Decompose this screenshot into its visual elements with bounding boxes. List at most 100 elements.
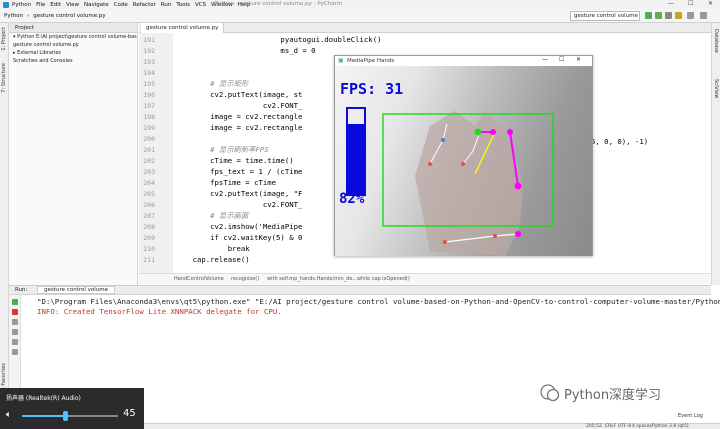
menu-edit[interactable]: Edit <box>50 2 61 8</box>
console-info: INFO: Created TensorFlow Lite XNNPACK de… <box>37 307 282 316</box>
code-line: cv2.imshow('MediaPipe <box>175 222 303 231</box>
volume-level-bar <box>346 107 366 196</box>
menu-app: Python <box>12 1 32 8</box>
volume-slider-fill <box>22 415 66 417</box>
pycharm-logo-icon <box>3 1 9 8</box>
tree-item-file[interactable]: gesture control volume.py <box>9 41 137 49</box>
profile-icon[interactable] <box>675 12 682 19</box>
project-tool-tab[interactable]: 1: Project <box>1 27 7 51</box>
code-line: cTime = time.time() <box>175 156 294 165</box>
code-line: # 显示画面 <box>175 211 249 220</box>
debug-icon[interactable] <box>655 12 662 19</box>
line-number: 207 <box>143 212 155 220</box>
code-line: image = cv2.rectangle <box>175 112 303 121</box>
print-icon[interactable] <box>12 339 18 345</box>
nav-separator: › <box>27 12 30 19</box>
mp-close-button[interactable]: ✕ <box>576 56 581 63</box>
nav-crumb-project[interactable]: Python <box>4 13 23 19</box>
joint-ring-tip <box>514 182 522 190</box>
rerun-icon[interactable] <box>12 299 18 305</box>
volume-slider-thumb[interactable] <box>63 411 69 421</box>
sciview-tool-tab[interactable]: SciView <box>713 79 719 98</box>
tree-item-scratches[interactable]: Scratches and Consoles <box>9 57 137 65</box>
search-icon[interactable] <box>700 12 707 19</box>
status-indent[interactable]: 4 spaces <box>632 424 652 429</box>
project-panel: Project ▾ Python E:\AI project\gesture c… <box>9 23 138 285</box>
code-breadcrumb: HandControlVolume recognize() with self.… <box>139 273 711 284</box>
mediapipe-window[interactable]: MediaPipe Hands ▣ — ☐ ✕ FPS: 31 82% <box>334 55 593 256</box>
volume-percent: 82% <box>339 191 365 207</box>
breadcrumb-with[interactable]: with self.mp_hands.Hands(min_de... <box>267 276 357 282</box>
scroll-end-icon[interactable] <box>12 329 18 335</box>
breadcrumb-while[interactable]: while cap.isOpened() <box>357 276 410 282</box>
line-number: 206 <box>143 201 155 209</box>
joint-wrist-left <box>443 240 447 244</box>
stop-icon[interactable] <box>12 309 18 315</box>
mp-maximize-button[interactable]: ☐ <box>559 56 564 63</box>
line-number: 194 <box>143 69 155 77</box>
run-config-select[interactable]: gesture control volume <box>570 11 640 21</box>
line-number: 203 <box>143 168 155 176</box>
left-tool-strip: 1: Project 7: Structure 2: Favorites <box>0 23 9 423</box>
maximize-button[interactable]: ☐ <box>688 0 693 7</box>
code-line: fpsTime = cTime <box>175 178 277 187</box>
joint-thumb-tip <box>474 128 482 136</box>
mp-minimize-button[interactable]: — <box>542 56 548 63</box>
menu-view[interactable]: View <box>66 2 79 8</box>
pause-icon[interactable] <box>12 319 18 325</box>
run-config-tab[interactable]: gesture control volume <box>37 286 115 294</box>
volume-flyout: 扬声器 (Realtek(R) Audio) 🔈︎ 45 <box>0 388 144 429</box>
hand-shape <box>415 111 523 256</box>
line-number: 204 <box>143 179 155 187</box>
trash-icon[interactable] <box>12 349 18 355</box>
speaker-icon[interactable]: 🔈︎ <box>6 410 11 420</box>
editor-tab-file[interactable]: gesture control volume.py <box>141 23 225 33</box>
mediapipe-title: MediaPipe Hands <box>335 56 592 66</box>
wechat-icon <box>540 383 560 403</box>
joint-wrist-mid <box>493 234 497 238</box>
line-number: 198 <box>143 113 155 121</box>
status-caret[interactable]: 205:52 <box>586 424 602 429</box>
menu-navigate[interactable]: Navigate <box>84 2 109 8</box>
event-log-button[interactable]: Event Log <box>678 413 703 419</box>
code-line: cv2.FONT_ <box>175 101 303 110</box>
status-interpreter[interactable]: Python 3.8 (qt5) <box>652 424 689 429</box>
code-fragment-right: 5, 0, 0), -1) <box>591 137 649 146</box>
settings-icon[interactable] <box>687 12 694 19</box>
line-number: 199 <box>143 124 155 132</box>
menu-refactor[interactable]: Refactor <box>133 2 156 8</box>
breadcrumb-method[interactable]: recognize() <box>231 276 259 282</box>
status-line-sep[interactable]: CRLF <box>605 424 616 429</box>
run-icon[interactable] <box>645 12 652 19</box>
line-number: 211 <box>143 256 155 264</box>
code-line: cv2.putText(image, st <box>175 90 303 99</box>
breadcrumb-class[interactable]: HandControlVolume <box>174 276 224 282</box>
menu-vcs[interactable]: VCS <box>195 2 206 8</box>
line-number: 201 <box>143 146 155 154</box>
minimize-button[interactable]: — <box>668 0 674 7</box>
fps-readout: FPS: 31 <box>340 80 404 98</box>
menu-tools[interactable]: Tools <box>176 2 190 8</box>
menu-run[interactable]: Run <box>161 2 172 8</box>
line-number: 205 <box>143 190 155 198</box>
run-panel-header: Run: gesture control volume <box>9 286 711 295</box>
nav-crumb-file[interactable]: gesture control volume.py <box>33 13 105 19</box>
code-line: cv2.FONT_ <box>175 200 303 209</box>
structure-tool-tab[interactable]: 7: Structure <box>1 63 7 93</box>
line-number: 197 <box>143 102 155 110</box>
menu-code[interactable]: Code <box>114 2 128 8</box>
status-encoding[interactable]: UTF-8 <box>618 424 631 429</box>
coverage-icon[interactable] <box>665 12 672 19</box>
code-line: image = cv2.rectangle <box>175 123 303 132</box>
close-window-button[interactable]: ✕ <box>708 0 713 7</box>
menu-file[interactable]: File <box>36 2 45 8</box>
database-tool-tab[interactable]: Database <box>713 29 719 53</box>
volume-level-fill <box>348 124 364 194</box>
line-number: 192 <box>143 47 155 55</box>
project-panel-header[interactable]: Project <box>9 23 137 33</box>
tree-item-external-libraries[interactable]: ▸ External Libraries <box>9 49 137 57</box>
console-command: "D:\Program Files\Anaconda3\envs\qt5\pyt… <box>37 297 720 306</box>
tree-item-project-root[interactable]: ▾ Python E:\AI project\gesture control v… <box>9 33 137 41</box>
volume-slider[interactable] <box>22 411 118 421</box>
code-line: cap.release() <box>175 255 250 264</box>
